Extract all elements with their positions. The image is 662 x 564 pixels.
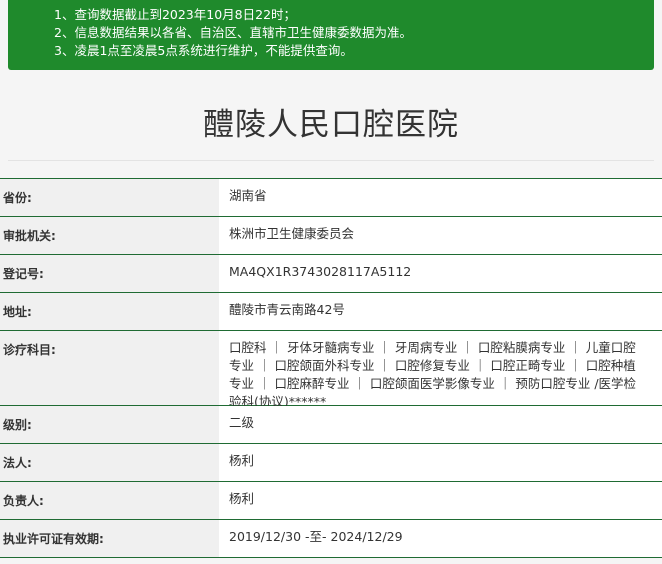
table-row-registration: 登记号: MA4QX1R3743028117A5112 <box>0 255 662 293</box>
notice-line-3: 3、凌晨1点至凌晨5点系统进行维护，不能提供查询。 <box>54 43 353 58</box>
notice-banner: 1、查询数据截止到2023年10月8日22时； 2、信息数据结果以各省、自治区、… <box>8 0 654 70</box>
address-value: 醴陵市青云南路42号 <box>219 293 662 330</box>
table-row-manager: 负责人: 杨利 <box>0 482 662 520</box>
departments-value: 口腔科 ｜ 牙体牙髓病专业 ｜ 牙周病专业 ｜ 口腔粘膜病专业 ｜ 儿童口腔专业… <box>219 331 662 409</box>
table-row-license-validity: 执业许可证有效期: 2019/12/30 -至- 2024/12/29 <box>0 520 662 558</box>
table-row-departments: 诊疗科目: 口腔科 ｜ 牙体牙髓病专业 ｜ 牙周病专业 ｜ 口腔粘膜病专业 ｜ … <box>0 331 662 409</box>
registration-label: 登记号: <box>0 255 219 292</box>
table-row-authority: 审批机关: 株洲市卫生健康委员会 <box>0 217 662 255</box>
level-value: 二级 <box>219 406 662 443</box>
notice-line-2: 2、信息数据结果以各省、自治区、直辖市卫生健康委数据为准。 <box>54 25 412 40</box>
authority-label: 审批机关: <box>0 217 219 254</box>
table-row-legal-rep: 法人: 杨利 <box>0 444 662 482</box>
registration-value: MA4QX1R3743028117A5112 <box>219 255 662 292</box>
table-row-level: 级别: 二级 <box>0 406 662 444</box>
province-value: 湖南省 <box>219 179 662 216</box>
province-label: 省份: <box>0 179 219 216</box>
departments-label: 诊疗科目: <box>0 331 219 405</box>
legal-rep-value: 杨利 <box>219 444 662 481</box>
hospital-title: 醴陵人民口腔医院 <box>203 107 459 143</box>
table-row-province: 省份: 湖南省 <box>0 178 662 217</box>
authority-value: 株洲市卫生健康委员会 <box>219 217 662 254</box>
license-validity-label: 执业许可证有效期: <box>0 520 219 557</box>
title-divider <box>8 160 654 161</box>
manager-label: 负责人: <box>0 482 219 519</box>
notice-line-1: 1、查询数据截止到2023年10月8日22时； <box>54 7 297 22</box>
info-table: 省份: 湖南省 审批机关: 株洲市卫生健康委员会 登记号: MA4QX1R374… <box>0 178 662 558</box>
level-label: 级别: <box>0 406 219 443</box>
table-row-address: 地址: 醴陵市青云南路42号 <box>0 293 662 331</box>
legal-rep-label: 法人: <box>0 444 219 481</box>
license-validity-value: 2019/12/30 -至- 2024/12/29 <box>219 520 662 557</box>
address-label: 地址: <box>0 293 219 330</box>
manager-value: 杨利 <box>219 482 662 519</box>
